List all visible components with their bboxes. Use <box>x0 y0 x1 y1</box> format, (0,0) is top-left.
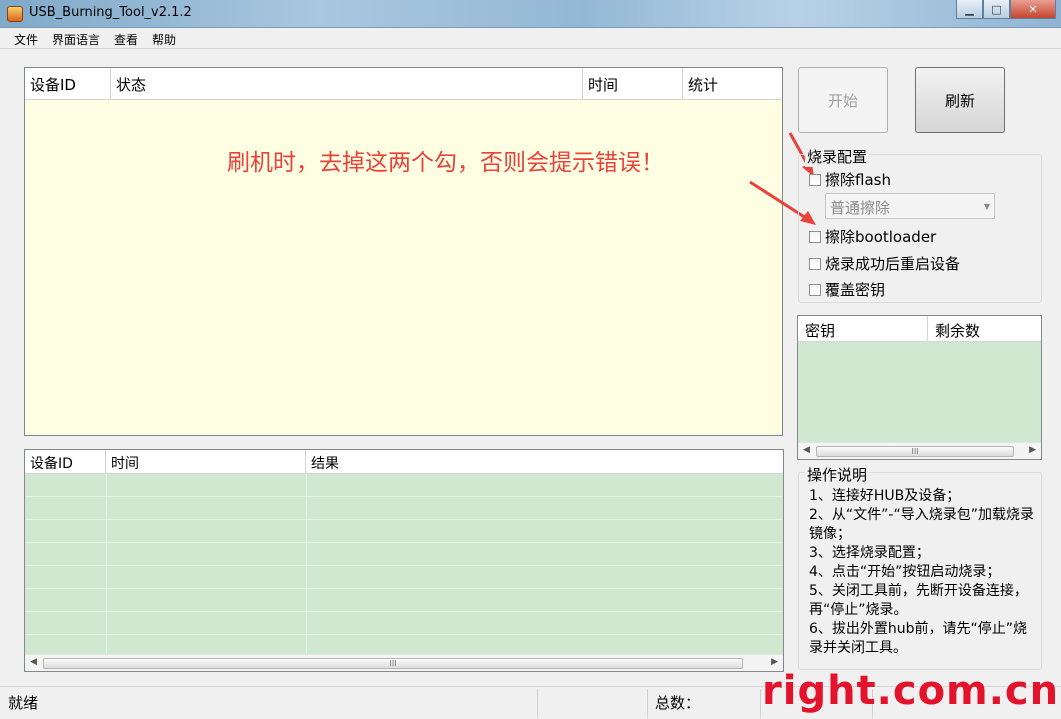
column-status[interactable]: 状态 <box>111 68 583 100</box>
key-list[interactable]: 密钥 剩余数 ◀ III ▶ <box>797 315 1042 460</box>
app-icon <box>7 6 23 22</box>
erase-flash-label: 擦除flash <box>825 171 891 189</box>
column-result-time[interactable]: 时间 <box>106 450 306 474</box>
instruction-line: 1、连接好HUB及设备； <box>809 488 961 504</box>
table-row[interactable] <box>25 612 783 635</box>
refresh-button[interactable]: 刷新 <box>915 67 1005 133</box>
close-button[interactable]: ✕ <box>1010 0 1056 19</box>
total-count-label: 总数： <box>655 694 701 712</box>
column-result[interactable]: 结果 <box>306 450 783 474</box>
scroll-thumb[interactable]: III <box>816 446 1014 457</box>
instructions-text: 1、连接好HUB及设备； 2、从“文件”-“导入烧录包”加载烧录镜像； 3、选择… <box>809 487 1041 658</box>
scroll-right-icon[interactable]: ▶ <box>771 657 778 667</box>
burn-config-title: 烧录配置 <box>805 146 870 167</box>
table-row[interactable] <box>25 589 783 612</box>
erase-flash-option[interactable]: 擦除flash <box>809 169 891 190</box>
table-row[interactable] <box>25 566 783 589</box>
menu-view[interactable]: 查看 <box>114 31 138 48</box>
scroll-left-icon[interactable]: ◀ <box>30 657 37 667</box>
column-stats[interactable]: 统计 <box>683 68 782 100</box>
instructions-group: 操作说明 1、连接好HUB及设备； 2、从“文件”-“导入烧录包”加载烧录镜像；… <box>798 464 1042 670</box>
erase-bootloader-option[interactable]: 擦除bootloader <box>809 226 936 247</box>
instruction-line: 3、选择烧录配置； <box>809 545 930 561</box>
reboot-after-option[interactable]: 烧录成功后重启设备 <box>809 253 960 274</box>
device-list-header: 设备ID 状态 时间 统计 <box>25 68 782 100</box>
status-separator <box>760 689 761 718</box>
menu-file[interactable]: 文件 <box>14 31 38 48</box>
instruction-line: 6、拔出外置hub前，请先“停止”烧录并关闭工具。 <box>809 621 1028 656</box>
instructions-title: 操作说明 <box>805 464 870 485</box>
table-row[interactable] <box>25 497 783 520</box>
instruction-line: 4、点击“开始”按钮启动烧录； <box>809 564 1001 580</box>
column-time[interactable]: 时间 <box>583 68 683 100</box>
instruction-line: 2、从“文件”-“导入烧录包”加载烧录镜像； <box>809 507 1034 542</box>
column-remaining[interactable]: 剩余数 <box>928 316 1041 342</box>
burn-config-group: 烧录配置 擦除flash 普通擦除 ▼ 擦除bootloader 烧录成功后重启… <box>798 146 1042 303</box>
key-list-scrollbar[interactable]: ◀ III ▶ <box>798 442 1041 459</box>
start-button[interactable]: 开始 <box>798 67 888 133</box>
scroll-thumb[interactable]: III <box>43 658 743 669</box>
column-key[interactable]: 密钥 <box>798 316 928 342</box>
key-list-header: 密钥 剩余数 <box>798 316 1041 342</box>
window-title: USB_Burning_Tool_v2.1.2 <box>29 5 192 20</box>
erase-flash-checkbox[interactable] <box>809 173 821 186</box>
result-list[interactable]: 设备ID 时间 结果 ◀ III ▶ <box>24 449 784 672</box>
status-text: 就绪 <box>8 694 39 712</box>
result-list-scrollbar[interactable]: ◀ III ▶ <box>25 654 783 671</box>
column-device-id[interactable]: 设备ID <box>25 68 111 100</box>
table-row[interactable] <box>25 520 783 543</box>
status-separator <box>647 689 648 718</box>
reboot-after-label: 烧录成功后重启设备 <box>825 255 961 273</box>
column-result-device-id[interactable]: 设备ID <box>25 450 106 474</box>
minimize-button[interactable]: ▁ <box>956 0 983 19</box>
overwrite-key-checkbox[interactable] <box>809 283 821 296</box>
reboot-after-checkbox[interactable] <box>809 257 821 270</box>
table-row[interactable] <box>25 543 783 566</box>
erase-mode-select[interactable]: 普通擦除 ▼ <box>825 193 995 219</box>
chevron-down-icon: ▼ <box>983 202 990 211</box>
maximize-button[interactable]: □ <box>983 0 1010 19</box>
erase-mode-value: 普通擦除 <box>830 199 891 217</box>
menu-language[interactable]: 界面语言 <box>52 31 100 48</box>
menu-bar: 文件 界面语言 查看 帮助 <box>0 28 1061 49</box>
device-list[interactable]: 设备ID 状态 时间 统计 <box>24 67 783 436</box>
window-controls: ▁ □ ✕ <box>956 0 1056 20</box>
instruction-line: 5、关闭工具前，先断开设备连接，再“停止”烧录。 <box>809 583 1028 618</box>
erase-bootloader-checkbox[interactable] <box>809 230 821 243</box>
annotation-text: 刷机时，去掉这两个勾，否则会提示错误！ <box>227 150 664 176</box>
result-list-header: 设备ID 时间 结果 <box>25 450 783 474</box>
scroll-left-icon[interactable]: ◀ <box>803 445 810 455</box>
overwrite-key-option[interactable]: 覆盖密钥 <box>809 279 885 300</box>
overwrite-key-label: 覆盖密钥 <box>825 281 886 299</box>
status-separator <box>537 689 538 718</box>
watermark-logo: right.com.cn <box>762 668 1060 714</box>
table-row[interactable] <box>25 474 783 497</box>
erase-bootloader-label: 擦除bootloader <box>825 228 937 246</box>
scroll-right-icon[interactable]: ▶ <box>1029 445 1036 455</box>
menu-help[interactable]: 帮助 <box>152 31 176 48</box>
